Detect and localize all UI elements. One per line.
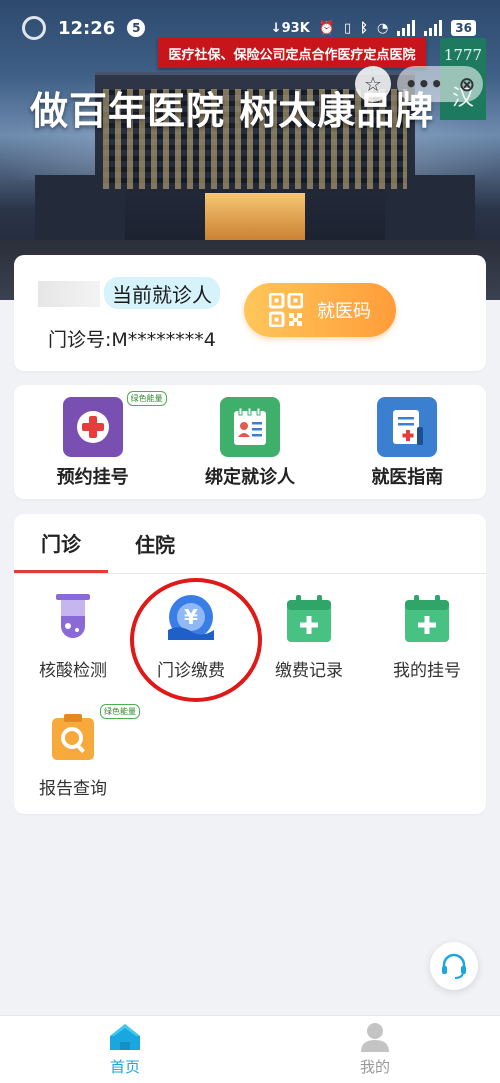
quick-item-label: 绑定就诊人 [204,467,295,488]
calendar-plus-icon [400,592,454,646]
net-speed: ↓93K [270,20,310,36]
payment-svg: ¥ [168,595,214,640]
signal-2-icon [424,20,443,36]
tab-outpatient[interactable]: 门诊 [14,514,108,573]
favorite-star-icon[interactable]: ☆ [355,66,391,102]
bottom-tab-bar: 首页 我的 [0,1015,500,1083]
nav-home[interactable]: 首页 [0,1016,250,1083]
patient-id-card-icon [219,397,280,457]
user-icon [361,1023,389,1052]
report-search-icon: 绿色能量 [46,704,140,764]
bluetooth-icon: ᛒ [360,20,368,36]
patient-name-masked [38,281,100,307]
green-energy-tag: 绿色能量 [100,704,140,719]
alarm-icon: ⏰ [318,20,335,36]
service-panel: 门诊 住院 核酸检测 ¥ 门诊缴费 缴费记录 我的挂号 绿色能量 报告查询 [14,514,486,814]
nav-mine-label: 我的 [359,1058,390,1076]
grid-item-nucleic-test[interactable]: 核酸检测 [14,592,132,710]
assistive-ring-icon [22,16,46,40]
medical-qr-button[interactable]: 就医码 [244,283,396,337]
more-icon[interactable]: ••• [405,72,443,96]
net-speed-value: 93K [281,20,310,36]
notification-badge: 5 [127,19,146,37]
quick-item-guide[interactable]: 就医指南 [337,397,477,499]
outpatient-grid: 核酸检测 ¥ 门诊缴费 缴费记录 我的挂号 绿色能量 报告查询 [14,574,486,828]
qr-code-icon [269,293,303,327]
report-svg [52,714,94,760]
quick-item-appointment[interactable]: 绿色能量 预约挂号 [23,391,167,499]
capsule-pill: ••• ⊗ [397,66,483,102]
status-time: 12:26 [58,17,116,39]
grid-item-payment-records[interactable]: 缴费记录 [250,592,368,710]
building-entrance [205,193,305,245]
green-energy-tag: 绿色能量 [126,391,167,406]
grid-item-label: 我的挂号 [393,661,461,681]
service-tabs: 门诊 住院 [14,514,486,574]
quick-item-label: 预约挂号 [56,467,129,488]
hospital-cross-icon: 绿色能量 [62,391,167,457]
svg-text:¥: ¥ [184,605,198,629]
nav-home-label: 首页 [109,1058,140,1076]
medical-guide-icon [377,397,438,457]
tab-inpatient[interactable]: 住院 [108,514,202,573]
quick-services: 绿色能量 预约挂号 绑定就诊人 就医指南 [14,385,486,499]
calendar-svg [287,595,331,642]
nav-mine[interactable]: 我的 [250,1016,500,1083]
wifi-icon: ◔ [376,20,389,36]
calendar-plus-icon [282,592,336,646]
hospital-cross-svg [76,411,109,443]
home-icon [110,1024,140,1050]
quick-item-label: 就医指南 [371,467,444,488]
grid-item-outpatient-payment[interactable]: ¥ 门诊缴费 [132,592,250,710]
test-tube-icon [46,592,100,646]
guide-svg [393,410,424,445]
test-tube-svg [56,594,90,638]
grid-item-label: 门诊缴费 [157,661,225,681]
grid-item-report-query[interactable]: 绿色能量 报告查询 [14,704,140,828]
payment-icon: ¥ [164,592,218,646]
customer-service-button[interactable] [430,942,478,990]
battery-level: 36 [451,20,476,36]
headset-icon [442,953,466,979]
medical-qr-label: 就医码 [317,301,371,322]
id-card-svg [233,407,266,445]
status-bar: 12:26 5 ↓93K ⏰ ▯ ᛒ ◔ 36 [0,0,500,56]
grid-item-label: 报告查询 [39,779,107,799]
vibrate-icon: ▯ [343,20,352,36]
grid-item-my-registration[interactable]: 我的挂号 [368,592,486,710]
miniprogram-capsule: ☆ ••• ⊗ [355,66,485,102]
calendar-svg [405,595,449,642]
grid-item-label: 核酸检测 [39,661,107,681]
close-icon[interactable]: ⊗ [459,72,476,96]
quick-item-bind-patient[interactable]: 绑定就诊人 [180,397,320,499]
clinic-number: 门诊号:M********4 [48,329,216,351]
grid-item-label: 缴费记录 [275,661,343,681]
patient-card: 当前就诊人 门诊号:M********4 就医码 [14,255,486,371]
signal-1-icon [397,20,416,36]
current-patient-tag[interactable]: 当前就诊人 [104,277,220,309]
